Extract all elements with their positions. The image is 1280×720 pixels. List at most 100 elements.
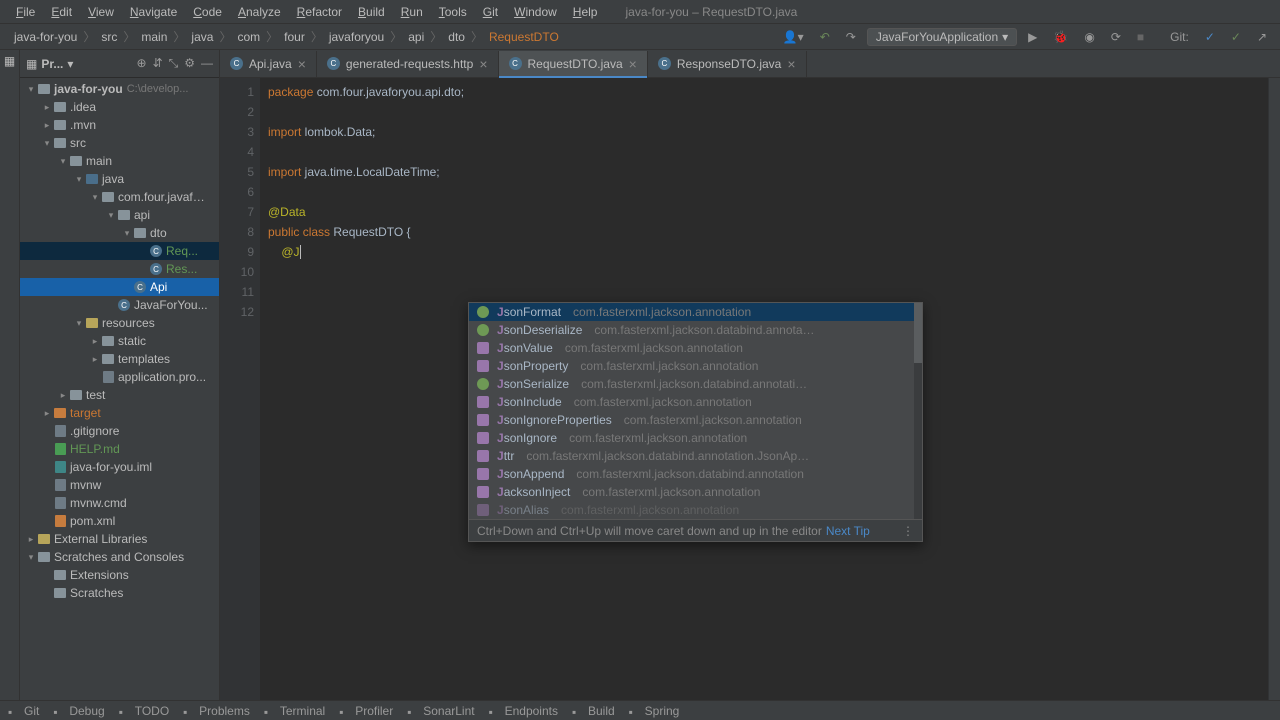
breadcrumb-item[interactable]: src (95, 30, 123, 44)
tree-row[interactable]: pom.xml (20, 512, 219, 530)
tree-row[interactable]: Extensions (20, 566, 219, 584)
next-tip-link[interactable]: Next Tip (826, 524, 870, 538)
tree-row[interactable]: ▾api (20, 206, 219, 224)
breadcrumb-item[interactable]: java (185, 30, 219, 44)
completion-item[interactable]: JsonDeserializecom.fasterxml.jackson.dat… (469, 321, 922, 339)
statusbar-profiler[interactable]: ▪Profiler (339, 704, 393, 718)
completion-popup[interactable]: JsonFormatcom.fasterxml.jackson.annotati… (468, 302, 923, 542)
tree-row[interactable]: mvnw (20, 476, 219, 494)
tree-row[interactable]: ▸.idea (20, 98, 219, 116)
completion-item[interactable]: JsonPropertycom.fasterxml.jackson.annota… (469, 357, 922, 375)
menu-help[interactable]: Help (565, 5, 606, 19)
tree-row[interactable]: ▾src (20, 134, 219, 152)
breadcrumb-item[interactable]: javaforyou (323, 30, 390, 44)
statusbar-sonarlint[interactable]: ▪SonarLint (407, 704, 474, 718)
statusbar-spring[interactable]: ▪Spring (629, 704, 680, 718)
completion-item[interactable]: JsonSerializecom.fasterxml.jackson.datab… (469, 375, 922, 393)
close-tab-icon[interactable]: × (787, 56, 795, 72)
tree-row[interactable]: CJavaForYou... (20, 296, 219, 314)
tree-row[interactable]: CReq... (20, 242, 219, 260)
git-push-icon[interactable]: ↗ (1252, 30, 1272, 44)
close-tab-icon[interactable]: × (479, 56, 487, 72)
close-tab-icon[interactable]: × (298, 56, 306, 72)
statusbar-todo[interactable]: ▪TODO (119, 704, 169, 718)
menu-navigate[interactable]: Navigate (122, 5, 185, 19)
completion-item[interactable]: JsonIncludecom.fasterxml.jackson.annotat… (469, 393, 922, 411)
tree-row[interactable]: ▾main (20, 152, 219, 170)
completion-item[interactable]: JsonAppendcom.fasterxml.jackson.databind… (469, 465, 922, 483)
completion-item[interactable]: Jttrcom.fasterxml.jackson.databind.annot… (469, 447, 922, 465)
stop-button[interactable]: ■ (1132, 30, 1149, 44)
editor-tab[interactable]: CResponseDTO.java× (648, 51, 807, 77)
tree-row[interactable]: ▸templates (20, 350, 219, 368)
statusbar-debug[interactable]: ▪Debug (53, 704, 104, 718)
debug-button[interactable]: 🐞 (1048, 30, 1073, 44)
breadcrumb-item[interactable]: RequestDTO (483, 30, 565, 44)
tree-row[interactable]: ▾Scratches and Consoles (20, 548, 219, 566)
expand-all-icon[interactable]: ⇵ (153, 56, 163, 71)
git-commit-icon[interactable]: ✓ (1226, 30, 1246, 44)
tree-row[interactable]: ▾java-for-youC:\develop... (20, 80, 219, 98)
run-button[interactable]: ▶ (1023, 30, 1042, 44)
hide-icon[interactable]: — (201, 56, 213, 71)
select-target-icon[interactable]: ⊕ (137, 56, 147, 71)
tree-row[interactable]: mvnw.cmd (20, 494, 219, 512)
tree-row[interactable]: ▸target (20, 404, 219, 422)
statusbar-endpoints[interactable]: ▪Endpoints (489, 704, 558, 718)
tree-row[interactable]: HELP.md (20, 440, 219, 458)
menu-view[interactable]: View (80, 5, 122, 19)
close-tab-icon[interactable]: × (629, 56, 637, 72)
tree-row[interactable]: ▾dto (20, 224, 219, 242)
redo-icon[interactable]: ↷ (841, 30, 861, 44)
menu-edit[interactable]: Edit (43, 5, 80, 19)
completion-item[interactable]: JsonValuecom.fasterxml.jackson.annotatio… (469, 339, 922, 357)
statusbar-build[interactable]: ▪Build (572, 704, 615, 718)
tree-row[interactable]: application.pro... (20, 368, 219, 386)
completion-item[interactable]: JsonFormatcom.fasterxml.jackson.annotati… (469, 303, 922, 321)
editor-tab[interactable]: Cgenerated-requests.http× (317, 51, 499, 77)
tree-row[interactable]: ▸External Libraries (20, 530, 219, 548)
undo-icon[interactable]: ↶ (815, 30, 835, 44)
tree-row[interactable]: java-for-you.iml (20, 458, 219, 476)
project-tool-icon[interactable]: ▦ (4, 54, 15, 68)
tree-row[interactable]: .gitignore (20, 422, 219, 440)
tree-row[interactable]: CApi (20, 278, 219, 296)
tree-row[interactable]: Scratches (20, 584, 219, 602)
tree-row[interactable]: ▸static (20, 332, 219, 350)
git-update-icon[interactable]: ✓ (1200, 30, 1220, 44)
menu-git[interactable]: Git (475, 5, 506, 19)
tree-row[interactable]: ▸test (20, 386, 219, 404)
statusbar-problems[interactable]: ▪Problems (183, 704, 250, 718)
completion-item[interactable]: JacksonInjectcom.fasterxml.jackson.annot… (469, 483, 922, 501)
breadcrumb-item[interactable]: java-for-you (8, 30, 83, 44)
breadcrumb-item[interactable]: com (231, 30, 266, 44)
menu-analyze[interactable]: Analyze (230, 5, 289, 19)
breadcrumb-item[interactable]: four (278, 30, 311, 44)
completion-scrollbar[interactable] (914, 303, 922, 519)
editor-tab[interactable]: CRequestDTO.java× (499, 51, 648, 77)
coverage-button[interactable]: ◉ (1079, 30, 1099, 44)
completion-item[interactable]: JsonAliascom.fasterxml.jackson.annotatio… (469, 501, 922, 519)
tree-row[interactable]: ▸.mvn (20, 116, 219, 134)
collapse-all-icon[interactable]: ⤡ (169, 56, 179, 71)
breadcrumb-item[interactable]: dto (442, 30, 471, 44)
run-config-selector[interactable]: JavaForYouApplication ▾ (867, 28, 1017, 46)
menu-code[interactable]: Code (185, 5, 230, 19)
completion-item[interactable]: JsonIgnorecom.fasterxml.jackson.annotati… (469, 429, 922, 447)
menu-build[interactable]: Build (350, 5, 393, 19)
user-icon[interactable]: 👤▾ (778, 30, 809, 44)
menu-window[interactable]: Window (506, 5, 565, 19)
statusbar-terminal[interactable]: ▪Terminal (264, 704, 325, 718)
tree-row[interactable]: CRes... (20, 260, 219, 278)
menu-run[interactable]: Run (393, 5, 431, 19)
tree-row[interactable]: ▾java (20, 170, 219, 188)
breadcrumb-item[interactable]: main (135, 30, 173, 44)
statusbar-git[interactable]: ▪Git (8, 704, 39, 718)
menu-refactor[interactable]: Refactor (289, 5, 350, 19)
breadcrumb-item[interactable]: api (402, 30, 430, 44)
completion-more-icon[interactable]: ⋮ (902, 524, 914, 538)
profile-button[interactable]: ⟳ (1106, 30, 1126, 44)
completion-item[interactable]: JsonIgnorePropertiescom.fasterxml.jackso… (469, 411, 922, 429)
editor-tab[interactable]: CApi.java× (220, 51, 317, 77)
menu-file[interactable]: File (8, 5, 43, 19)
